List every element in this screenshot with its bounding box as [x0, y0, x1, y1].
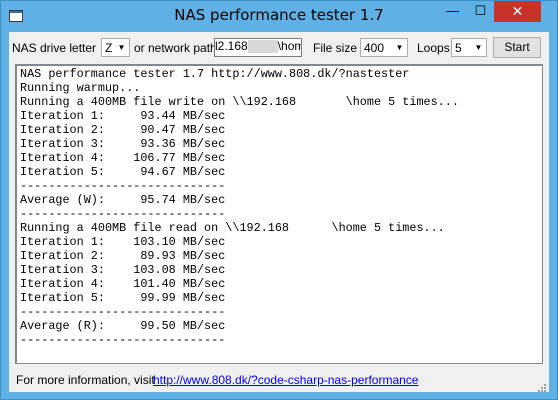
output-line: Iteration 1: 103.10 MB/sec [20, 235, 226, 249]
close-button[interactable]: ✕ [494, 1, 541, 22]
start-button[interactable]: Start [493, 37, 541, 58]
output-line: Running a 400MB file read on \\192.168 \… [20, 221, 445, 235]
chevron-down-icon[interactable]: ▼ [392, 39, 407, 56]
app-window: NAS performance tester 1.7 — ☐ ✕ NAS dri… [0, 0, 558, 400]
output-line: Iteration 2: 89.93 MB/sec [20, 249, 226, 263]
drive-letter-label: NAS drive letter [12, 41, 97, 55]
output-line: Iteration 5: 94.67 MB/sec [20, 165, 226, 179]
drive-letter-select[interactable]: Z ▼ [101, 38, 130, 57]
loops-select[interactable]: 5 ▼ [451, 38, 487, 57]
file-size-value: 400 [364, 41, 385, 55]
file-size-select[interactable]: 400 ▼ [360, 38, 408, 57]
network-path-prefix: l2.168 [215, 39, 248, 53]
output-log[interactable]: NAS performance tester 1.7 http://www.80… [15, 64, 543, 364]
output-line: Iteration 4: 106.77 MB/sec [20, 151, 226, 165]
output-line: ----------------------------- [20, 207, 226, 221]
file-size-label: File size [313, 41, 358, 55]
output-line: Iteration 3: 103.08 MB/sec [20, 263, 226, 277]
output-line: ----------------------------- [20, 179, 226, 193]
resize-grip-icon[interactable] [537, 380, 547, 392]
loops-label: Loops [417, 41, 450, 55]
info-link[interactable]: http://www.808.dk/?code-csharp-nas-perfo… [153, 373, 418, 387]
output-line: Iteration 5: 99.99 MB/sec [20, 291, 226, 305]
output-line: Average (W): 95.74 MB/sec [20, 193, 226, 207]
network-path-suffix: \home [277, 39, 301, 53]
drive-letter-value: Z [105, 41, 113, 55]
client-area: NAS drive letter Z ▼ or network path l2.… [9, 32, 549, 392]
redacted-ip-blur [247, 40, 278, 54]
chevron-down-icon[interactable]: ▼ [471, 39, 486, 56]
loops-value: 5 [455, 41, 462, 55]
footer-info-text: For more information, visit [16, 373, 155, 387]
output-line: ----------------------------- [20, 333, 226, 347]
output-line: Running warmup... [20, 81, 141, 95]
minimize-button[interactable]: — [438, 1, 467, 22]
chevron-down-icon[interactable]: ▼ [114, 39, 129, 56]
network-path-label: or network path [134, 41, 217, 55]
output-line: Average (R): 99.50 MB/sec [20, 319, 226, 333]
output-line: Iteration 1: 93.44 MB/sec [20, 109, 226, 123]
maximize-button[interactable]: ☐ [467, 1, 494, 22]
output-line: ----------------------------- [20, 305, 226, 319]
title-bar[interactable]: NAS performance tester 1.7 — ☐ ✕ [1, 1, 557, 32]
output-lines: NAS performance tester 1.7 http://www.80… [20, 67, 459, 347]
network-path-input[interactable]: l2.168 \home [214, 38, 302, 57]
output-line: Iteration 4: 101.40 MB/sec [20, 277, 226, 291]
output-line: Running a 400MB file write on \\192.168 … [20, 95, 459, 109]
output-line: NAS performance tester 1.7 http://www.80… [20, 67, 410, 81]
output-line: Iteration 3: 93.36 MB/sec [20, 137, 226, 151]
output-line: Iteration 2: 90.47 MB/sec [20, 123, 226, 137]
